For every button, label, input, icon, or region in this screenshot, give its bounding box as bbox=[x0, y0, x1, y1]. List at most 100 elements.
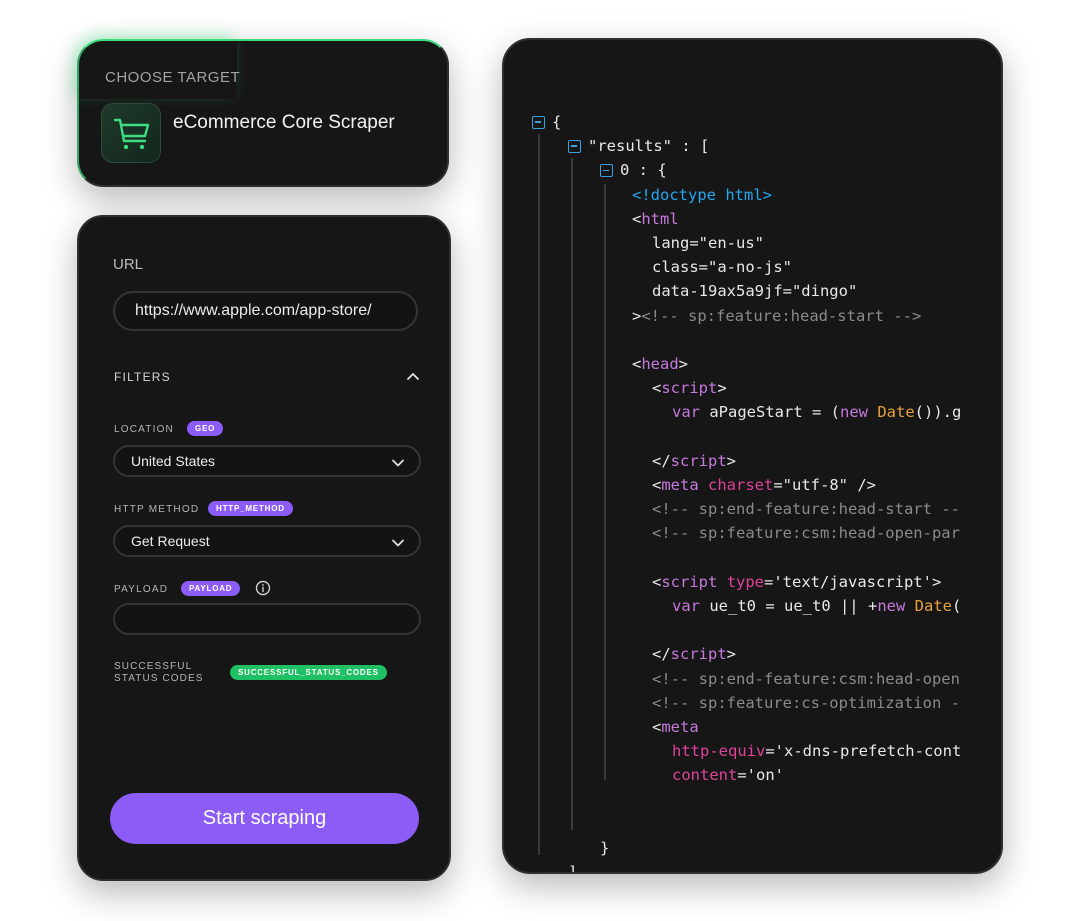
code-token: script bbox=[670, 645, 727, 664]
status-codes-badge: SUCCESSFUL_STATUS_CODES bbox=[230, 665, 387, 680]
code-line: data-19ax5a9jf="dingo" bbox=[652, 280, 986, 302]
code-token: html bbox=[641, 209, 679, 228]
code-area: {"results" : [0 : {<!doctype html> <html l… bbox=[504, 40, 1001, 872]
code-token: <!-- sp:feature:csm:head-open-par bbox=[652, 524, 960, 543]
code-token: <!-- sp:feature:head-start --> bbox=[641, 306, 922, 325]
code-token: ='text/javascript'> bbox=[764, 572, 942, 591]
scraper-form-card: URL https://www.apple.com/app-store/ FIL… bbox=[77, 215, 451, 881]
code-line: var aPageStart = (new Date()).g bbox=[672, 401, 986, 423]
code-line: lang="en-us" bbox=[652, 232, 986, 254]
code-line: ><!-- sp:feature:head-start --> bbox=[632, 305, 986, 327]
chevron-up-icon[interactable] bbox=[405, 369, 421, 385]
code-token: lang="en-us" bbox=[652, 234, 764, 252]
code-token: < bbox=[632, 355, 642, 373]
code-token: aPageStart = ( bbox=[700, 403, 840, 422]
code-line: <!-- sp:end-feature:head-start -- bbox=[652, 498, 986, 520]
scraper-name: eCommerce Core Scraper bbox=[173, 112, 395, 133]
code-token: > bbox=[717, 379, 727, 398]
code-token: </ bbox=[652, 645, 671, 664]
code-line: <html bbox=[632, 208, 986, 230]
shopping-cart-icon bbox=[113, 118, 150, 150]
code-token: < bbox=[652, 718, 662, 736]
fold-toggle-icon[interactable] bbox=[600, 164, 613, 178]
location-label: LOCATION bbox=[114, 424, 174, 435]
code-token: "results" : [ bbox=[588, 137, 710, 156]
fold-toggle-icon[interactable] bbox=[532, 116, 545, 129]
code-token: data-19ax5a9jf="dingo" bbox=[652, 282, 858, 301]
fold-toggle-icon[interactable] bbox=[568, 140, 581, 154]
code-line: } bbox=[600, 837, 986, 859]
code-token: var bbox=[672, 403, 700, 422]
chevron-down-icon bbox=[392, 539, 404, 547]
code-line: 0 : { bbox=[620, 159, 986, 181]
indent-guide bbox=[604, 184, 606, 780]
url-input[interactable]: https://www.apple.com/app-store/ bbox=[113, 291, 418, 331]
code-line: <meta bbox=[652, 716, 986, 738]
code-line: <script type='text/javascript'> bbox=[652, 571, 986, 593]
code-token: script bbox=[670, 451, 727, 470]
code-line: <!-- sp:feature:csm:head-open-par bbox=[652, 522, 986, 544]
geo-badge: GEO bbox=[187, 421, 224, 436]
code-token: ] bbox=[568, 863, 578, 874]
code-token: ue_t0 = ue_t0 || + bbox=[700, 597, 878, 615]
code-line: var ue_t0 = ue_t0 || +new Date( bbox=[672, 595, 986, 617]
code-token: script bbox=[661, 379, 718, 398]
chevron-down-icon bbox=[392, 459, 404, 467]
filters-label: FILTERS bbox=[114, 370, 171, 384]
scraper-icon-box bbox=[101, 103, 161, 163]
code-line: <script> bbox=[652, 377, 986, 399]
code-token: <!-- sp:end-feature:head-start -- bbox=[652, 500, 960, 519]
code-line: <head> bbox=[632, 353, 986, 375]
start-scraping-button[interactable]: Start scraping bbox=[110, 793, 419, 844]
code-token: content bbox=[672, 766, 738, 785]
code-line: <meta charset="utf-8" /> bbox=[652, 474, 986, 496]
code-token: > bbox=[678, 355, 689, 373]
code-token: { bbox=[552, 113, 562, 131]
code-token: < bbox=[652, 476, 662, 494]
http-method-select-value: Get Request bbox=[131, 533, 210, 549]
code-line: http-equiv='x-dns-prefetch-cont bbox=[672, 740, 986, 762]
code-line: <!-- sp:feature:cs-optimization - bbox=[652, 692, 986, 714]
info-icon[interactable] bbox=[255, 580, 271, 596]
code-line: { bbox=[552, 111, 986, 133]
http-method-label: HTTP METHOD bbox=[114, 504, 200, 515]
code-token: > bbox=[726, 645, 737, 664]
code-token: http-equiv bbox=[672, 742, 766, 761]
code-token: meta bbox=[661, 718, 699, 736]
indent-guide bbox=[571, 158, 573, 830]
code-token: <!doctype html> bbox=[632, 185, 772, 204]
code-token: ='x-dns-prefetch-cont bbox=[765, 742, 962, 761]
code-line: "results" : [ bbox=[588, 135, 986, 157]
code-token: } bbox=[600, 839, 610, 857]
code-token: > bbox=[632, 306, 642, 325]
code-line: class="a-no-js" bbox=[652, 256, 986, 278]
code-token: var bbox=[672, 597, 700, 615]
choose-target-card[interactable]: CHOOSE TARGET eCommerce Core Scraper bbox=[77, 39, 449, 187]
status-codes-label: SUCCESSFUL STATUS CODES bbox=[114, 661, 204, 684]
code-line: </script> bbox=[652, 643, 986, 665]
code-token: < bbox=[652, 572, 662, 591]
code-token: < bbox=[652, 379, 662, 398]
code-token: Date bbox=[914, 597, 952, 615]
code-token: ='on' bbox=[737, 766, 784, 785]
code-token: head bbox=[641, 355, 679, 373]
code-token: type bbox=[726, 572, 765, 591]
code-line: <!doctype html> bbox=[632, 184, 986, 206]
code-token: <!-- sp:feature:cs-optimization - bbox=[652, 693, 960, 712]
code-token: </ bbox=[652, 451, 671, 470]
payload-input[interactable] bbox=[113, 603, 421, 635]
location-select[interactable]: United States bbox=[113, 445, 421, 477]
code-token: new bbox=[877, 597, 906, 615]
choose-target-label: CHOOSE TARGET bbox=[105, 69, 241, 86]
payload-label: PAYLOAD bbox=[114, 584, 169, 595]
http-method-select[interactable]: Get Request bbox=[113, 525, 421, 557]
http-method-badge: HTTP_METHOD bbox=[208, 501, 293, 516]
code-token: ()).g bbox=[914, 403, 962, 422]
code-token: ( bbox=[951, 597, 962, 615]
payload-badge: PAYLOAD bbox=[181, 581, 241, 596]
code-token: Date bbox=[877, 403, 915, 422]
